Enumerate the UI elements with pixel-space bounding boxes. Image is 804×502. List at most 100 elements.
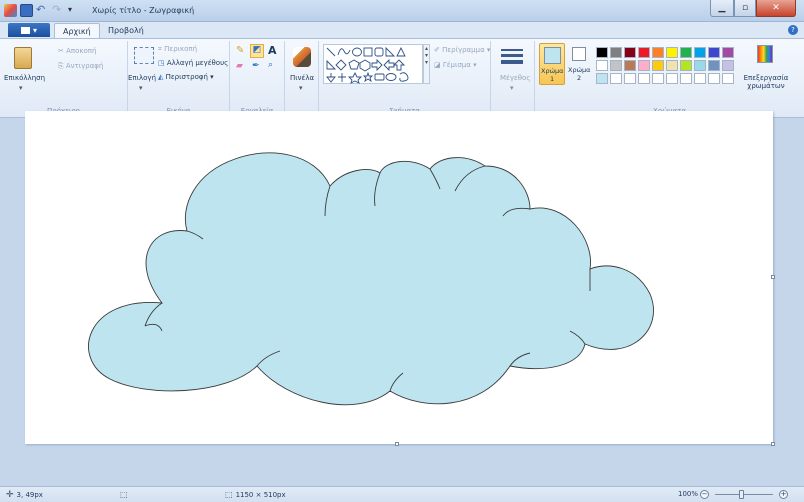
help-icon[interactable]: ? <box>788 25 798 35</box>
resize-label: Αλλαγή μεγέθους <box>166 59 229 67</box>
palette-swatch[interactable] <box>722 60 734 71</box>
size-icon[interactable] <box>501 49 523 65</box>
outline-label: Περίγραμμα <box>442 46 485 54</box>
maximize-button[interactable]: ▫ <box>734 0 756 17</box>
palette-swatch[interactable] <box>666 73 678 84</box>
ribbon: Επικόλληση ▾ ✂ Αποκοπή ⎘ Αντιγραφή Πρόχε… <box>0 38 804 118</box>
ribbon-tabs: ▾ Αρχική Προβολή ? <box>0 22 804 38</box>
customize-qat-icon[interactable]: ▾ <box>68 4 81 17</box>
canvas-size-value: 1150 × 510px <box>235 490 286 499</box>
size-button[interactable]: Μέγεθος <box>500 74 530 82</box>
palette-swatch[interactable] <box>624 73 636 84</box>
color-picker-icon[interactable]: ✒ <box>252 61 260 71</box>
select-button[interactable]: Επιλογή <box>128 74 156 82</box>
tab-home[interactable]: Αρχική <box>54 23 100 38</box>
tab-view[interactable]: Προβολή <box>100 23 152 38</box>
paste-button[interactable]: Επικόλληση <box>4 74 45 82</box>
palette-swatch[interactable] <box>638 47 650 58</box>
palette-swatch[interactable] <box>596 60 608 71</box>
size-dropdown-icon[interactable]: ▾ <box>510 84 514 92</box>
undo-icon[interactable]: ↶ <box>36 4 49 17</box>
shapes-scroll[interactable]: ▴ ▾ ▾ <box>423 44 430 84</box>
color1-number: 1 <box>550 75 555 83</box>
redo-icon[interactable]: ↷ <box>52 4 65 17</box>
color1-button[interactable]: Χρώμα 1 <box>539 43 565 85</box>
pencil-icon[interactable]: ✎ <box>236 45 244 56</box>
palette-swatch[interactable] <box>624 60 636 71</box>
shapes-gallery[interactable] <box>323 44 423 84</box>
file-menu-icon <box>20 26 30 34</box>
paste-dropdown-icon[interactable]: ▾ <box>19 84 23 92</box>
palette-swatch[interactable] <box>652 60 664 71</box>
palette-swatch[interactable] <box>708 73 720 84</box>
canvas-resize-handle-right[interactable] <box>771 275 775 279</box>
crop-button[interactable]: ⌗ Περικοπή <box>158 45 197 54</box>
fill-label: Γέμισμα <box>442 61 471 69</box>
palette-swatch[interactable] <box>596 47 608 58</box>
canvas-resize-handle-bottom[interactable] <box>395 442 399 446</box>
vertical-ruler-mark <box>6 118 10 486</box>
palette-swatch[interactable] <box>638 73 650 84</box>
fill-bucket-icon[interactable]: ◩ <box>250 44 264 58</box>
copy-button[interactable]: ⎘ Αντιγραφή <box>58 62 103 71</box>
palette-swatch[interactable] <box>666 47 678 58</box>
edit-colors-icon[interactable] <box>757 45 773 63</box>
palette-swatch[interactable] <box>652 73 664 84</box>
resize-button[interactable]: ◳ Αλλαγή μεγέθους <box>158 59 228 67</box>
palette-swatch[interactable] <box>610 73 622 84</box>
edit-colors-button[interactable]: Επεξεργασία χρωμάτων <box>741 74 791 90</box>
color-palette <box>596 47 741 89</box>
palette-swatch[interactable] <box>666 60 678 71</box>
canvas-resize-handle-corner[interactable] <box>771 442 775 446</box>
palette-swatch[interactable] <box>624 47 636 58</box>
palette-swatch[interactable] <box>722 73 734 84</box>
palette-swatch[interactable] <box>694 60 706 71</box>
palette-swatch[interactable] <box>694 73 706 84</box>
save-icon[interactable] <box>20 4 33 17</box>
fill-button[interactable]: ◪ Γέμισμα ▾ <box>434 61 477 69</box>
zoom-out-button[interactable]: − <box>700 490 709 499</box>
magnifier-icon[interactable]: ⌕ <box>268 60 273 70</box>
drawing-canvas[interactable] <box>25 111 773 444</box>
brush-icon[interactable] <box>293 47 311 67</box>
paste-icon[interactable] <box>14 47 32 69</box>
palette-swatch[interactable] <box>680 47 692 58</box>
tools-group: ✎ ◩ A ▰ ✒ ⌕ Εργαλεία <box>230 41 285 115</box>
crosshair-icon: ✛ <box>6 490 14 500</box>
palette-swatch[interactable] <box>596 73 608 84</box>
palette-swatch[interactable] <box>680 73 692 84</box>
brushes-dropdown-icon[interactable]: ▾ <box>299 84 303 92</box>
palette-swatch[interactable] <box>708 47 720 58</box>
cut-button[interactable]: ✂ Αποκοπή <box>58 47 96 55</box>
quick-access-toolbar: ↶ ↷ ▾ <box>4 4 81 17</box>
close-button[interactable]: ✕ <box>756 0 796 17</box>
color2-button[interactable]: Χρώμα 2 <box>568 43 592 85</box>
palette-swatch[interactable] <box>652 47 664 58</box>
select-dropdown-icon[interactable]: ▾ <box>139 84 143 92</box>
palette-swatch[interactable] <box>694 47 706 58</box>
file-menu-button[interactable]: ▾ <box>8 23 50 37</box>
window-title: Χωρίς τίτλο - Ζωγραφική <box>92 6 195 15</box>
select-icon[interactable] <box>134 47 154 64</box>
rotate-button[interactable]: ◭ Περιστροφή ▾ <box>158 73 214 81</box>
palette-swatch[interactable] <box>708 60 720 71</box>
zoom-in-button[interactable]: + <box>779 490 788 499</box>
paint-app-icon[interactable] <box>4 4 17 17</box>
zoom-slider-thumb[interactable] <box>739 490 744 499</box>
resize-icon: ◳ <box>158 59 165 67</box>
palette-swatch[interactable] <box>610 60 622 71</box>
color2-swatch <box>572 47 586 61</box>
palette-swatch[interactable] <box>722 47 734 58</box>
crop-label: Περικοπή <box>164 45 198 53</box>
zoom-slider[interactable] <box>715 494 773 495</box>
brushes-button[interactable]: Πινέλα <box>290 74 314 82</box>
eraser-icon[interactable]: ▰ <box>236 61 243 71</box>
palette-swatch[interactable] <box>638 60 650 71</box>
color2-number: 2 <box>577 74 582 82</box>
palette-swatch[interactable] <box>680 60 692 71</box>
minimize-button[interactable]: ▁ <box>710 0 734 17</box>
palette-swatch[interactable] <box>610 47 622 58</box>
cut-label: Αποκοπή <box>66 47 97 55</box>
text-tool-icon[interactable]: A <box>268 44 277 57</box>
outline-button[interactable]: ✐ Περίγραμμα ▾ <box>434 46 490 54</box>
